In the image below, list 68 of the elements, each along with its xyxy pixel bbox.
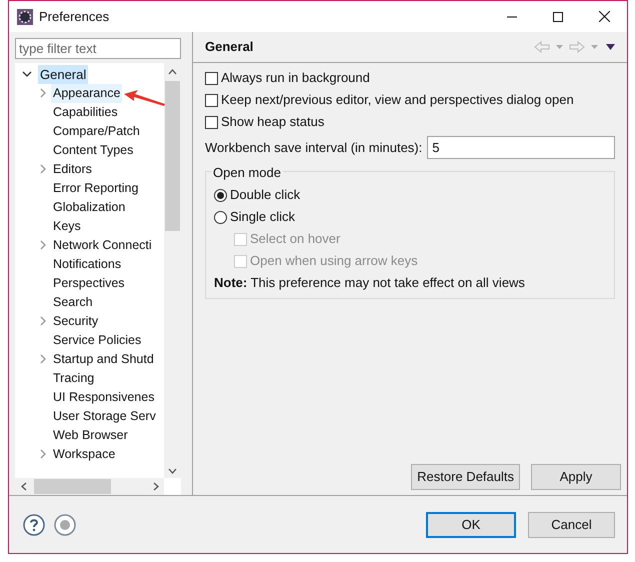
window-title: Preferences (39, 8, 110, 26)
checkbox-label: Show heap status (221, 113, 324, 132)
help-icon[interactable] (23, 514, 45, 536)
tree-item[interactable]: UI Responsivenes (51, 388, 156, 407)
tree-item[interactable]: Security (51, 312, 100, 331)
dropdown-icon[interactable] (556, 44, 563, 50)
tree-item[interactable]: Workspace (51, 444, 118, 464)
tree-item[interactable]: Compare/Patch (51, 122, 142, 141)
chevron-right-icon[interactable] (40, 164, 47, 174)
chevron-right-icon[interactable] (40, 449, 47, 460)
page-button[interactable]: Apply (531, 464, 621, 490)
checkbox[interactable] (205, 116, 218, 128)
checkbox-label: Always run in background (221, 69, 370, 88)
scroll-down-icon[interactable] (168, 468, 177, 474)
dialog-button[interactable]: OK (426, 512, 516, 538)
chevron-down-icon[interactable] (22, 70, 32, 78)
field-label: Workbench save interval (in minutes): (205, 138, 422, 157)
note-text: Note: This preference may not take effect on all views (214, 274, 526, 292)
gear-icon (17, 8, 33, 24)
tree-item[interactable]: Search (51, 292, 95, 312)
menu-icon[interactable] (606, 44, 615, 50)
tree-item[interactable]: Perspectives (51, 274, 127, 293)
tree-item[interactable]: Tracing (51, 368, 96, 388)
scroll-right-icon[interactable] (153, 482, 159, 491)
scroll-up-icon[interactable] (168, 68, 177, 75)
tree-item[interactable]: Editors (51, 160, 94, 179)
tree-item[interactable]: Keys (51, 216, 83, 236)
annotation-arrow-icon (124, 90, 166, 106)
checkbox-label: Keep next/previous editor, view and perspectives dialog open (221, 91, 574, 110)
tree-item[interactable]: Appearance (51, 84, 122, 103)
tree-item[interactable]: Web Browser (51, 426, 130, 445)
record-icon[interactable] (54, 514, 76, 536)
checkbox[interactable] (205, 72, 218, 84)
radio-button[interactable] (214, 188, 227, 202)
tree-item[interactable]: Startup and Shutd (51, 350, 156, 369)
checkbox-label: Open when using arrow keys (250, 252, 418, 270)
tree-item[interactable]: General (38, 64, 88, 84)
dialog-button[interactable]: Cancel (528, 512, 615, 538)
checkbox[interactable] (205, 94, 218, 106)
tree-item[interactable]: Notifications (51, 254, 124, 274)
back-arrow-icon[interactable] (534, 41, 550, 53)
checkbox-label: Select on hover (250, 230, 340, 248)
radio-label: Single click (230, 208, 296, 226)
tree-item[interactable]: Content Types (51, 140, 136, 160)
tree-item[interactable]: Error Reporting (51, 178, 140, 198)
chevron-right-icon[interactable] (40, 316, 47, 326)
forward-arrow-icon[interactable] (569, 41, 585, 53)
radio-button[interactable] (214, 210, 227, 224)
scroll-thumb[interactable] (34, 479, 111, 494)
filter-field[interactable]: type filter text (15, 38, 181, 59)
tree-item[interactable]: Service Policies (51, 330, 144, 350)
page-title: General (205, 38, 254, 56)
tree-item[interactable]: Network Connecti (51, 236, 154, 255)
chevron-right-icon[interactable] (40, 354, 47, 364)
chevron-right-icon[interactable] (40, 240, 47, 250)
dropdown-icon[interactable] (591, 44, 598, 50)
radio-label: Double click (230, 186, 300, 204)
horizontal-scrollbar[interactable] (15, 478, 164, 495)
save-interval-field[interactable]: 5 (427, 136, 615, 159)
page-button[interactable]: Restore Defaults (411, 464, 520, 490)
tree-item[interactable]: Globalization (51, 198, 128, 217)
tree-item[interactable]: User Storage Serv (51, 406, 158, 426)
scroll-left-icon[interactable] (21, 482, 27, 491)
maximize-icon (553, 12, 563, 22)
chevron-right-icon[interactable] (40, 88, 47, 98)
tree-item[interactable]: Capabilities (51, 102, 120, 122)
close-icon (598, 11, 610, 22)
scroll-thumb[interactable] (165, 80, 180, 231)
